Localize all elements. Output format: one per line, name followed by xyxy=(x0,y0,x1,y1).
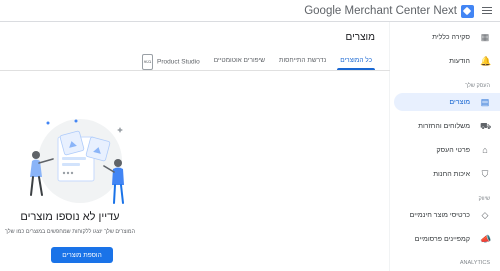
dot-shape xyxy=(66,171,70,175)
sidebar-item-label: כרטיסי מוצר חינמיים xyxy=(409,211,470,219)
beta-badge: בטא xyxy=(141,54,154,70)
sidebar-item-label: קמפיינים פרסומיים xyxy=(414,235,470,243)
bell-icon: 🔔 xyxy=(480,56,492,66)
store-icon: ⌂ xyxy=(482,145,488,155)
tabs-divider xyxy=(0,70,390,71)
sidebar-item-label: פרטי העסק xyxy=(436,146,470,154)
empty-state-subtitle: המוצרים שלך יוצגו ללקוחות שמחפשים במוצרי… xyxy=(4,229,136,235)
merchant-center-logo-icon xyxy=(461,4,474,18)
sidebar-item-label: הודעות xyxy=(449,57,470,65)
tab-needs-attention[interactable]: נדרשת התייחסות xyxy=(272,54,333,70)
sidebar-item-store-quality[interactable]: איכות החנות ⛉ xyxy=(394,165,500,183)
sidebar-item-ad-campaigns[interactable]: קמפיינים פרסומיים 📣 xyxy=(394,230,500,248)
sidebar-item-label: מוצרים xyxy=(449,98,470,106)
sidebar-nav: סקירה כללית ▦ הודעות 🔔 העסק שלך מוצרים ▤… xyxy=(390,22,500,271)
add-products-button-label: הוספת מוצרים xyxy=(62,251,102,259)
page-title: מוצרים xyxy=(345,32,375,43)
tab-bar: כל המוצרים נדרשת התייחסות שיפורים אוטומט… xyxy=(135,54,379,70)
app-logo[interactable]: Google Merchant Center Next xyxy=(304,3,474,19)
sparkle-star xyxy=(117,127,123,133)
tab-label: Product Studio xyxy=(157,58,200,66)
main-content: מוצרים כל המוצרים נדרשת התייחסות שיפורים… xyxy=(0,22,390,271)
truck-icon: ⛟ xyxy=(480,121,492,131)
sparkle-dot xyxy=(74,119,78,123)
megaphone-icon: 📣 xyxy=(480,234,492,244)
tab-auto-improvements[interactable]: שיפורים אוטומטיים xyxy=(207,54,272,70)
sidebar-item-notifications[interactable]: הודעות 🔔 xyxy=(394,52,500,70)
add-products-button[interactable]: הוספת מוצרים xyxy=(51,247,113,263)
overview-icon: ▦ xyxy=(480,32,490,42)
tag-icon: ◇ xyxy=(481,210,489,220)
tab-all-products[interactable]: כל המוצרים xyxy=(333,54,379,70)
app-name: Google Merchant Center Next xyxy=(304,5,457,17)
tab-label: כל המוצרים xyxy=(340,57,372,64)
empty-state-title: עדיין לא נוספו מוצרים xyxy=(20,211,120,223)
sidebar-item-shipping[interactable]: משלוחים והחזרות ⛟ xyxy=(394,117,500,135)
sidebar-section-business: העסק שלך xyxy=(465,83,490,89)
dot-shape xyxy=(70,171,74,175)
hamburger-menu-icon[interactable] xyxy=(482,5,492,15)
top-app-bar: Google Merchant Center Next xyxy=(0,0,500,22)
sidebar-item-label: סקירה כללית xyxy=(432,33,470,41)
dot-shape xyxy=(62,171,66,175)
product-card-line xyxy=(62,157,86,160)
sidebar-section-analytics: ANALYTICS xyxy=(459,260,490,266)
tab-label: נדרשת התייחסות xyxy=(278,57,327,64)
sidebar-item-products[interactable]: מוצרים ▤ xyxy=(394,93,500,111)
empty-state-illustration xyxy=(30,119,124,204)
sidebar-item-business-info[interactable]: פרטי העסק ⌂ xyxy=(394,141,500,159)
sidebar-section-growth: שיווק xyxy=(478,196,490,202)
sidebar-item-overview[interactable]: סקירה כללית ▦ xyxy=(394,28,500,46)
shield-icon: ⛉ xyxy=(481,169,489,179)
products-icon: ▤ xyxy=(480,97,490,107)
sidebar-item-label: איכות החנות xyxy=(433,170,470,178)
sidebar-item-free-listings[interactable]: כרטיסי מוצר חינמיים ◇ xyxy=(394,206,500,224)
tab-label: שיפורים אוטומטיים xyxy=(213,57,265,64)
sparkle-dot xyxy=(46,121,50,125)
sidebar-item-label: משלוחים והחזרות xyxy=(418,122,470,130)
product-card-line xyxy=(62,163,80,166)
tab-product-studio[interactable]: בטא Product Studio xyxy=(135,54,207,70)
